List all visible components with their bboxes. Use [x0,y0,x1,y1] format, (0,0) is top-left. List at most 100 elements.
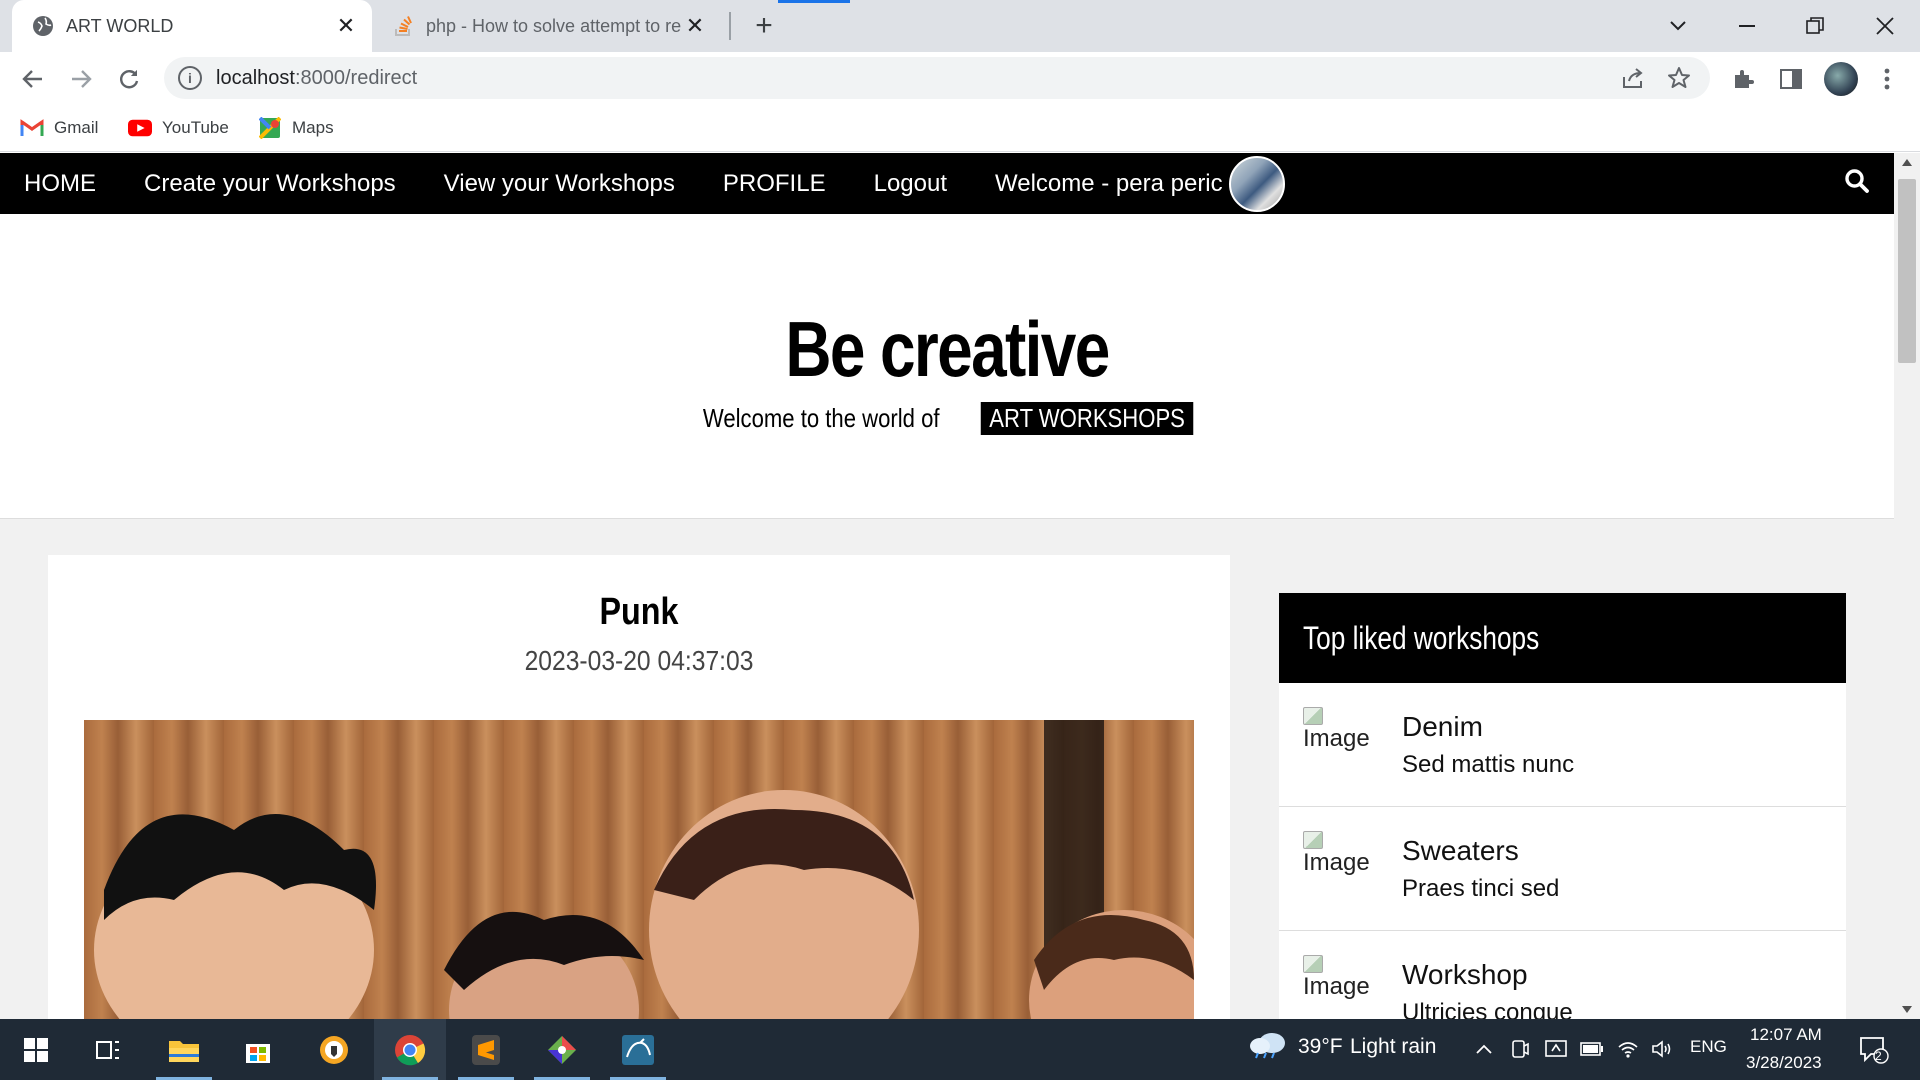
workshop-name[interactable]: Denim [1402,711,1483,743]
windows-start-icon[interactable] [0,1019,72,1080]
microsoft-store-icon[interactable] [222,1019,294,1080]
tab-art-world[interactable]: ART WORLD ✕ [12,0,372,52]
list-item[interactable]: Image Denim Sed mattis nunc [1279,683,1846,807]
clock-date[interactable]: 3/28/2023 [1746,1053,1822,1073]
language-indicator[interactable]: ENG [1690,1037,1727,1057]
nav-create-workshops[interactable]: Create your Workshops [120,153,420,214]
page-scrollbar[interactable] [1894,153,1920,1019]
notifications-icon[interactable] [1858,1035,1890,1065]
list-item[interactable]: Image Sweaters Praes tinci sed [1279,807,1846,931]
address-bar[interactable]: i localhost:8000/redirect [164,57,1710,99]
nav-logout[interactable]: Logout [850,153,971,214]
close-tab-icon[interactable]: ✕ [681,12,709,40]
bookmark-label: Maps [292,118,334,137]
chevron-up-icon[interactable] [1472,1037,1496,1061]
scroll-down-arrow-icon[interactable] [1902,1006,1912,1013]
tab-title: ART WORLD [66,15,174,36]
workshop-desc: Sed mattis nunc [1402,751,1575,778]
workshop-desc: Praes tinci sed [1402,875,1560,902]
mysql-workbench-icon[interactable] [602,1019,674,1080]
top-liked-widget: Top liked workshops Image Denim Sed matt… [1279,593,1846,1019]
volume-icon[interactable] [1650,1037,1674,1061]
tab-search-icon[interactable] [1658,6,1698,46]
bookmark-youtube[interactable]: YouTube [128,114,229,142]
side-panel-icon[interactable] [1776,64,1806,94]
broken-image: Image [1303,831,1383,891]
site-info-icon[interactable]: i [178,66,202,90]
image-alt-text: Image [1303,725,1370,752]
search-icon[interactable] [1844,168,1874,198]
chrome-icon[interactable] [374,1019,446,1080]
vpn-app-icon[interactable] [298,1019,370,1080]
nav-welcome[interactable]: Welcome - pera peric [971,153,1223,214]
gmail-icon [20,117,44,139]
windows-taskbar: 39°F Light rain ENG 12:07 AM 3/28/2023 2 [0,1019,1920,1080]
broken-image: Image [1303,955,1383,1015]
extensions-icon[interactable] [1728,64,1758,94]
url-path: :8000/redirect [294,66,418,89]
workshop-name[interactable]: Sweaters [1402,835,1519,867]
stackoverflow-icon [392,15,414,37]
weather-temp: 39°F [1298,1035,1343,1058]
close-window-button[interactable] [1865,6,1905,46]
weather-cloud-icon[interactable] [1246,1033,1290,1059]
bookmark-star-icon[interactable] [1666,65,1692,91]
user-avatar[interactable] [1228,155,1285,212]
forward-icon[interactable] [64,62,98,96]
url-text: localhost:8000/redirect [216,67,417,90]
widget-title: Top liked workshops [1303,619,1540,656]
workshop-name[interactable]: Workshop [1402,959,1528,991]
hero-subtitle: Welcome to the world of ART WORKSHOPS [0,402,1894,435]
image-alt-text: Image [1303,973,1370,1000]
nav-view-workshops[interactable]: View your Workshops [420,153,699,214]
notification-count: 2 [1875,1049,1882,1063]
hero-header: Be creative Welcome to the world of ART … [0,214,1894,519]
list-item[interactable]: Image Workshop Ultricies congue [1279,931,1846,1019]
tab-stackoverflow[interactable]: php - How to solve attempt to re ✕ [376,0,721,52]
weather-text: Light rain [1350,1035,1437,1058]
maps-icon [258,117,282,139]
wifi-icon[interactable] [1616,1037,1640,1061]
reload-icon[interactable] [112,62,146,96]
file-explorer-icon[interactable] [148,1019,220,1080]
back-icon[interactable] [16,62,50,96]
post-title: Punk [599,591,679,633]
post-image [84,720,1194,1019]
bookmark-gmail[interactable]: Gmail [20,114,98,142]
minimize-button[interactable] [1727,6,1767,46]
task-view-icon[interactable] [72,1019,144,1080]
nav-home[interactable]: HOME [0,153,120,214]
globe-icon [32,15,54,37]
git-client-icon[interactable] [526,1019,598,1080]
hero-tag: ART WORKSHOPS [980,402,1194,435]
broken-image-icon [1303,707,1323,725]
bookmark-label: YouTube [162,118,229,137]
nav-profile[interactable]: PROFILE [699,153,850,214]
new-tab-button[interactable]: + [748,9,780,42]
hero-title: Be creative [785,305,1110,393]
battery-icon[interactable] [1580,1037,1604,1061]
scroll-up-arrow-icon[interactable] [1902,159,1912,166]
workshop-desc: Ultricies congue [1402,999,1573,1019]
image-alt-text: Image [1303,849,1370,876]
youtube-icon [128,117,152,139]
menu-kebab-icon[interactable] [1872,64,1902,94]
close-tab-icon[interactable]: ✕ [332,12,360,40]
bookmark-maps[interactable]: Maps [258,114,334,142]
restore-button[interactable] [1795,6,1835,46]
display-settings-icon[interactable] [1544,1037,1568,1061]
bookmark-label: Gmail [54,118,99,137]
broken-image: Image [1303,707,1383,767]
profile-avatar[interactable] [1824,62,1858,96]
site-navbar: HOME Create your Workshops View your Wor… [0,153,1894,214]
sublime-text-icon[interactable] [450,1019,522,1080]
share-icon[interactable] [1620,65,1646,91]
tab-separator [729,12,731,40]
clock-time[interactable]: 12:07 AM [1750,1025,1822,1045]
scroll-thumb[interactable] [1898,179,1916,363]
url-host: localhost [216,66,295,89]
post-card: Punk 2023-03-20 04:37:03 [48,555,1230,1019]
browser-toolbar: i localhost:8000/redirect [0,52,1920,104]
tab-title: php - How to solve attempt to re [426,15,681,36]
meet-now-icon[interactable] [1508,1037,1532,1061]
